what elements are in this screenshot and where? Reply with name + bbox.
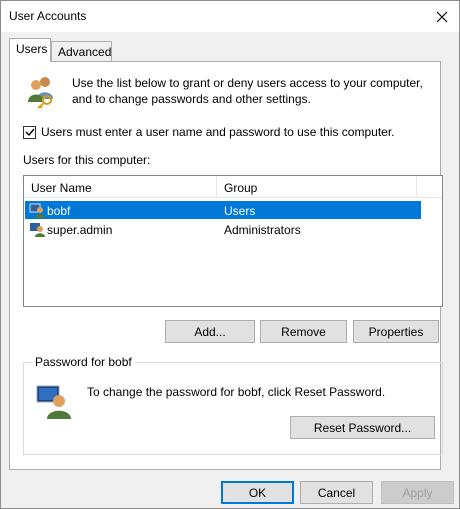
user-name-cell: super.admin [47,223,113,237]
users-tab-panel: Use the list below to grant or deny user… [9,61,443,470]
properties-button[interactable]: Properties [353,320,439,343]
password-instructions: To change the password for bobf, click R… [87,385,386,399]
add-user-button[interactable]: Add... [165,320,255,343]
tab-advanced[interactable]: Advanced [51,41,112,62]
checkmark-icon [25,128,35,137]
must-login-row: Users must enter a user name and passwor… [23,125,395,139]
title-bar: User Accounts [1,1,459,32]
user-computer-icon [29,203,45,218]
password-groupbox-title: Password for bobf [32,355,135,369]
user-group-cell: Administrators [224,223,301,237]
users-list[interactable]: User Name Group bobf Users super.admin A… [23,175,443,307]
remove-user-button[interactable]: Remove [260,320,347,343]
cancel-button[interactable]: Cancel [300,481,373,504]
user-accounts-dialog: User Accounts Users Advanced Use the lis… [0,0,460,509]
tab-users-label: Users [16,42,48,56]
close-button[interactable] [425,1,459,32]
column-header-user-name[interactable]: User Name [24,176,217,198]
column-header-group[interactable]: Group [217,176,417,198]
tab-users[interactable]: Users [9,38,51,62]
reset-password-button[interactable]: Reset Password... [290,416,435,439]
window-title: User Accounts [9,9,87,23]
password-groupbox: Password for bobf To change the password… [23,355,443,455]
list-item[interactable]: bobf Users [25,201,421,219]
user-monitor-icon [36,385,71,419]
apply-button: Apply [381,481,454,504]
must-login-label[interactable]: Users must enter a user name and passwor… [41,125,395,139]
ok-button[interactable]: OK [221,481,294,504]
users-list-header: User Name Group [24,176,442,198]
user-group-cell: Users [224,204,256,218]
list-item[interactable]: super.admin Administrators [25,220,421,238]
close-icon [436,11,448,22]
users-key-icon [28,77,53,109]
intro-text: Use the list below to grant or deny user… [72,76,423,106]
user-name-cell: bobf [47,204,71,218]
user-computer-icon [30,223,45,237]
tab-advanced-label: Advanced [58,45,112,59]
users-list-caption: Users for this computer: [23,153,151,167]
must-login-checkbox[interactable] [23,125,36,139]
